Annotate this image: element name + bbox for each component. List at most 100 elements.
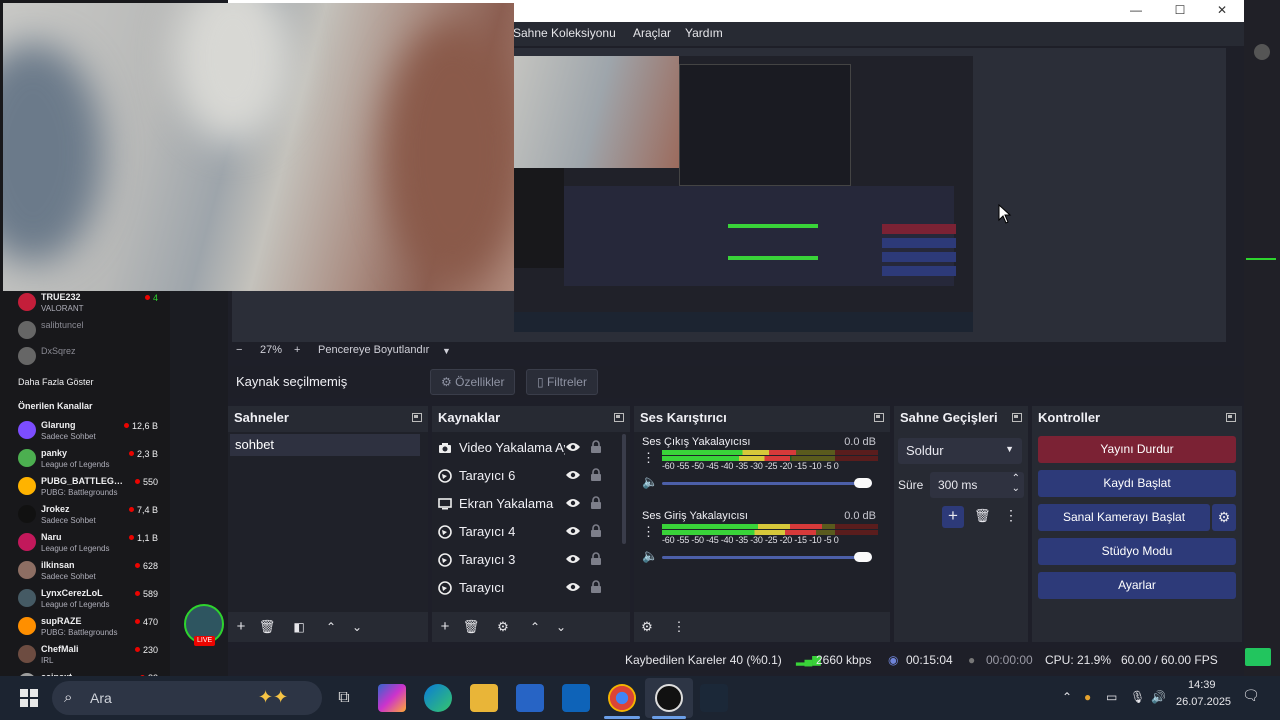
- chevron-down-icon[interactable]: ▼: [442, 346, 451, 356]
- undock-icon[interactable]: [412, 413, 422, 422]
- obs-icon[interactable]: [655, 684, 683, 712]
- maximize-button[interactable]: ☐: [1158, 0, 1202, 22]
- steam-icon[interactable]: [700, 684, 728, 712]
- lock-icon[interactable]: [590, 552, 602, 566]
- add-source-button[interactable]: +: [436, 618, 454, 636]
- menu-scene-collection[interactable]: Sahne Koleksiyonu: [513, 26, 616, 40]
- trash-icon[interactable]: 🗑: [974, 508, 991, 524]
- chevron-down-icon[interactable]: ⌄: [348, 618, 366, 636]
- volume-slider[interactable]: [662, 556, 872, 559]
- mixer-settings-icon[interactable]: ⚙: [638, 618, 656, 636]
- eye-icon[interactable]: [565, 497, 581, 509]
- source-item[interactable]: Tarayıcı 6: [432, 462, 612, 490]
- zoom-in-button[interactable]: +: [294, 344, 300, 356]
- lock-icon[interactable]: [590, 468, 602, 482]
- trash-icon[interactable]: 🗑: [258, 618, 276, 636]
- speaker-icon[interactable]: 🔈: [642, 474, 658, 490]
- eye-icon[interactable]: [565, 525, 581, 537]
- store-icon[interactable]: [516, 684, 544, 712]
- close-button[interactable]: ✕: [1200, 0, 1244, 22]
- start-recording-button[interactable]: Kaydı Başlat: [1038, 470, 1236, 497]
- chevron-up-icon[interactable]: ⌃: [322, 618, 340, 636]
- followed-channel-row[interactable]: DxSqrez: [18, 343, 160, 371]
- network-icon[interactable]: ▭: [1106, 690, 1117, 704]
- settings-button[interactable]: Ayarlar: [1038, 572, 1236, 599]
- tray-app-icon[interactable]: ●: [1084, 690, 1091, 704]
- lock-icon[interactable]: [590, 496, 602, 510]
- recommended-channel-row[interactable]: PUBG_BATTLEGR... PUBG: Battlegrounds 550: [18, 473, 160, 501]
- eye-icon[interactable]: [565, 441, 581, 453]
- recommended-channel-row[interactable]: Naru League of Legends 1,1 B: [18, 529, 160, 557]
- more-options-icon[interactable]: ⋮: [642, 450, 655, 466]
- recommended-channel-row[interactable]: Glarung Sadece Sohbet 12,6 B: [18, 417, 160, 445]
- chevron-down-icon[interactable]: ⌄: [552, 618, 570, 636]
- more-options-icon[interactable]: ⋮: [670, 618, 688, 636]
- more-options-icon[interactable]: ⋮: [642, 524, 655, 540]
- source-item[interactable]: Video Yakalama Aygıtı: [432, 434, 612, 462]
- lock-icon[interactable]: [590, 440, 602, 454]
- zoom-out-button[interactable]: −: [236, 344, 242, 356]
- chevron-down-icon[interactable]: ⌄: [1012, 483, 1020, 494]
- undock-icon[interactable]: [614, 413, 624, 422]
- show-more-link[interactable]: Daha Fazla Göster: [18, 377, 94, 387]
- properties-button[interactable]: ⚙ Özellikler: [430, 369, 516, 395]
- scene-filters-icon[interactable]: ◧: [290, 618, 308, 636]
- search-box[interactable]: ⌕ Ara ✦✦: [52, 681, 322, 715]
- outlook-icon[interactable]: [562, 684, 590, 712]
- fit-to-window-label[interactable]: Pencereye Boyutlandır: [318, 344, 429, 356]
- undock-icon[interactable]: [1012, 413, 1022, 422]
- eye-icon[interactable]: [565, 553, 581, 565]
- volume-slider-handle[interactable]: [854, 478, 872, 488]
- source-item[interactable]: Tarayıcı 3: [432, 546, 612, 574]
- microphone-icon[interactable]: 🎙: [1130, 690, 1145, 704]
- recommended-channel-row[interactable]: panky League of Legends 2,3 B: [18, 445, 160, 473]
- recommended-channel-row[interactable]: LynxCerezLoL League of Legends 589: [18, 585, 160, 613]
- gear-icon[interactable]: ⚙: [494, 618, 512, 636]
- file-explorer-icon[interactable]: [470, 684, 498, 712]
- chevron-up-icon[interactable]: ⌃: [526, 618, 544, 636]
- speaker-icon[interactable]: 🔊: [1151, 690, 1166, 704]
- clock-time[interactable]: 14:39: [1188, 679, 1216, 691]
- transition-select[interactable]: Soldur ▼: [898, 438, 1022, 464]
- followed-channel-row[interactable]: salibtuncel: [18, 317, 160, 345]
- followed-channel-row[interactable]: TRUE232 VALORANT 4: [18, 289, 160, 317]
- menu-tools[interactable]: Araçlar: [633, 26, 671, 40]
- add-transition-button[interactable]: +: [942, 506, 964, 528]
- scrollbar[interactable]: [622, 434, 626, 544]
- clock-date[interactable]: 26.07.2025: [1176, 696, 1231, 708]
- undock-icon[interactable]: [1226, 413, 1236, 422]
- volume-slider[interactable]: [662, 482, 872, 485]
- notifications-icon[interactable]: 🗨: [1242, 687, 1260, 704]
- duration-input[interactable]: 300 ms ⌃ ⌄: [930, 472, 1024, 498]
- copilot-icon[interactable]: [378, 684, 406, 712]
- recommended-channel-row[interactable]: Jrokez Sadece Sohbet 7,4 B: [18, 501, 160, 529]
- volume-slider-handle[interactable]: [854, 552, 872, 562]
- recommended-channel-row[interactable]: ccipext82: [18, 669, 160, 676]
- menu-help[interactable]: Yardım: [685, 26, 723, 40]
- chevron-up-icon[interactable]: ⌃: [1062, 690, 1072, 704]
- source-item[interactable]: Tarayıcı 4: [432, 518, 612, 546]
- recommended-channel-row[interactable]: ilkinsan Sadece Sohbet 628: [18, 557, 160, 585]
- scene-item[interactable]: sohbet: [230, 434, 420, 456]
- eye-icon[interactable]: [565, 581, 581, 593]
- windows-start-icon[interactable]: [20, 689, 38, 707]
- recommended-channel-row[interactable]: ChefMali IRL 230: [18, 641, 160, 669]
- studio-mode-button[interactable]: Stüdyo Modu: [1038, 538, 1236, 565]
- lock-icon[interactable]: [590, 524, 602, 538]
- edge-icon[interactable]: [424, 684, 452, 712]
- gear-icon[interactable]: ⚙: [1212, 504, 1236, 531]
- stop-streaming-button[interactable]: Yayını Durdur: [1038, 436, 1236, 463]
- undock-icon[interactable]: [874, 413, 884, 422]
- trash-icon[interactable]: 🗑: [462, 618, 480, 636]
- minimize-button[interactable]: —: [1114, 0, 1158, 22]
- lock-icon[interactable]: [590, 580, 602, 594]
- filters-button[interactable]: ▯ Filtreler: [526, 369, 598, 395]
- add-scene-button[interactable]: +: [232, 618, 250, 636]
- chrome-icon[interactable]: [608, 684, 636, 712]
- eye-icon[interactable]: [565, 469, 581, 481]
- task-view-icon[interactable]: ⧉: [330, 684, 358, 712]
- start-virtual-camera-button[interactable]: Sanal Kamerayı Başlat: [1038, 504, 1210, 531]
- speaker-icon[interactable]: 🔈: [642, 548, 658, 564]
- more-options-icon[interactable]: ⋮: [1004, 507, 1018, 524]
- source-item[interactable]: Tarayıcı: [432, 574, 612, 602]
